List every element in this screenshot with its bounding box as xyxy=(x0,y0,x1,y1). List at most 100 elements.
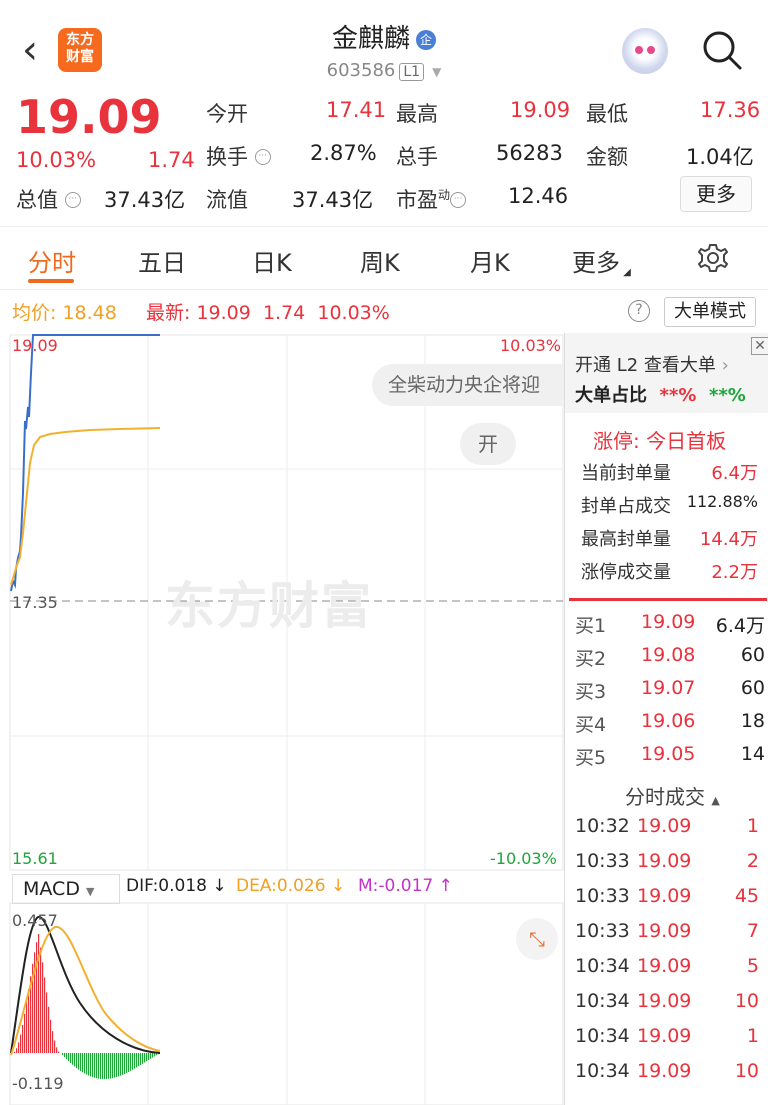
search-icon[interactable] xyxy=(700,28,744,72)
macd-bar xyxy=(26,1001,28,1053)
macd-bar xyxy=(106,1053,108,1079)
expand-icon[interactable]: ⤡ xyxy=(516,918,558,960)
float-value: 37.43亿 xyxy=(292,188,374,212)
price-high-label: 19.09 xyxy=(12,336,58,355)
trade-time: 10:33 xyxy=(575,850,630,872)
trade-volume: 10 xyxy=(734,990,759,1012)
macd-bar xyxy=(72,1053,74,1065)
seal-row-label: 涨停成交量 xyxy=(581,562,671,583)
trade-volume: 7 xyxy=(746,920,759,942)
macd-bar xyxy=(132,1053,134,1070)
robot-assistant-icon[interactable] xyxy=(622,28,668,74)
macd-bar xyxy=(28,989,30,1053)
seal-row-value: 112.88% xyxy=(686,492,758,511)
mktcap-label: 总值 ··· xyxy=(16,184,81,214)
info-dots-icon[interactable]: ··· xyxy=(254,149,271,165)
macd-bar xyxy=(42,962,44,1053)
trade-row: 10:33 19.09 2 xyxy=(575,850,765,885)
price-line xyxy=(10,334,160,592)
macd-bar xyxy=(86,1053,88,1075)
open-marker-bubble[interactable]: 开 xyxy=(460,423,516,465)
change-pct: 10.03% xyxy=(16,148,97,172)
bid-price: 19.05 xyxy=(641,743,696,765)
macd-max-label: 0.457 xyxy=(12,911,58,930)
macd-bar xyxy=(36,942,38,1053)
l2-promo-text: 开通 L2 查看大单 › xyxy=(575,355,729,376)
seal-row-label: 封单占成交 xyxy=(581,496,671,517)
caret-down-icon: ▼ xyxy=(432,65,442,79)
pct-high-label: 10.03% xyxy=(500,336,562,355)
amount-label: 金额 xyxy=(586,145,628,169)
trade-volume: 2 xyxy=(746,850,759,872)
settings-gear-icon[interactable] xyxy=(696,241,730,275)
mktcap-value: 37.43亿 xyxy=(104,188,186,212)
level-badge: L1 xyxy=(399,63,425,81)
news-ticker[interactable]: 全柴动力央企将迎 xyxy=(372,364,564,406)
bid-row[interactable]: 买3 19.07 60 xyxy=(575,677,765,710)
indicator-select[interactable]: MACD ▼ xyxy=(12,874,120,904)
more-quote-button[interactable]: 更多 xyxy=(680,176,752,212)
avg-price-line xyxy=(10,427,161,586)
macd-bar xyxy=(120,1053,122,1076)
tab-intraday[interactable]: 分时 xyxy=(28,243,76,278)
trades-title[interactable]: 分时成交 ▲ xyxy=(625,781,720,810)
bid-row[interactable]: 买1 19.09 6.4万 xyxy=(575,611,765,644)
open-label: 今开 xyxy=(206,102,248,126)
stock-name: 金麒麟 xyxy=(331,24,410,54)
macd-bar xyxy=(100,1053,102,1079)
trade-time: 10:33 xyxy=(575,885,630,907)
macd-min-label: -0.119 xyxy=(12,1074,64,1093)
help-icon[interactable]: ? xyxy=(628,300,650,322)
trade-volume: 1 xyxy=(746,1025,759,1047)
macd-bar xyxy=(44,977,46,1053)
bid-volume: 60 xyxy=(740,644,765,666)
dif-value: DIF:0.018 ↓ xyxy=(126,876,227,896)
bid-row[interactable]: 买5 19.05 14 xyxy=(575,743,765,776)
turnover-value: 2.87% xyxy=(310,141,377,165)
bid-row[interactable]: 买4 19.06 18 xyxy=(575,710,765,743)
trade-row: 10:33 19.09 45 xyxy=(575,885,765,920)
low-label: 最低 xyxy=(586,102,628,126)
bid-label: 买4 xyxy=(575,714,607,736)
macd-bar xyxy=(142,1053,144,1064)
trade-price: 19.09 xyxy=(637,920,692,942)
tab-monthly-k[interactable]: 月K xyxy=(470,243,510,278)
bid-row[interactable]: 买2 19.08 60 xyxy=(575,644,765,677)
trade-volume: 5 xyxy=(746,955,759,977)
info-dots-icon[interactable]: ··· xyxy=(64,192,81,208)
tab-daily-k[interactable]: 日K xyxy=(252,243,292,278)
macd-bar xyxy=(138,1053,140,1067)
tab-weekly-k[interactable]: 周K xyxy=(360,243,400,278)
dif-line xyxy=(10,916,161,1054)
tab-more[interactable]: 更多 ◢ xyxy=(572,243,631,278)
macd-bar xyxy=(38,934,40,1053)
macd-histogram xyxy=(14,934,160,1080)
pe-value: 12.46 xyxy=(508,184,569,208)
close-icon[interactable]: ✕ xyxy=(751,337,768,355)
bid-volume: 18 xyxy=(740,710,765,732)
l2-promo-box[interactable]: 开通 L2 查看大单 › ✕ 大单占比 **% **% xyxy=(565,333,768,413)
trade-time: 10:34 xyxy=(575,955,630,977)
bid-price: 19.06 xyxy=(641,710,696,732)
bid-label: 买5 xyxy=(575,747,607,769)
big-order-mode-button[interactable]: 大单模式 xyxy=(664,297,756,327)
dea-value: DEA:0.026 ↓ xyxy=(236,876,346,896)
info-dots-icon[interactable]: ··· xyxy=(450,192,467,208)
company-badge: 企 xyxy=(416,30,436,50)
amount-value: 1.04亿 xyxy=(686,145,754,169)
macd-bar xyxy=(20,1034,22,1053)
macd-bar xyxy=(46,992,48,1053)
tab-five-day[interactable]: 五日 xyxy=(138,243,186,278)
high-label: 最高 xyxy=(396,102,438,126)
macd-bar xyxy=(80,1053,82,1071)
right-panel: 开通 L2 查看大单 › ✕ 大单占比 **% **% 涨停: 今日首板 当前封… xyxy=(564,333,768,1105)
macd-bar xyxy=(66,1053,68,1060)
high-value: 19.09 xyxy=(510,98,571,122)
active-tab-indicator xyxy=(28,279,74,283)
low-value: 17.36 xyxy=(700,98,761,122)
bid-volume: 6.4万 xyxy=(715,615,765,637)
macd-bar xyxy=(68,1053,70,1062)
robot-eye-right xyxy=(647,46,655,54)
bid-volume: 60 xyxy=(740,677,765,699)
macd-bar xyxy=(64,1053,66,1058)
